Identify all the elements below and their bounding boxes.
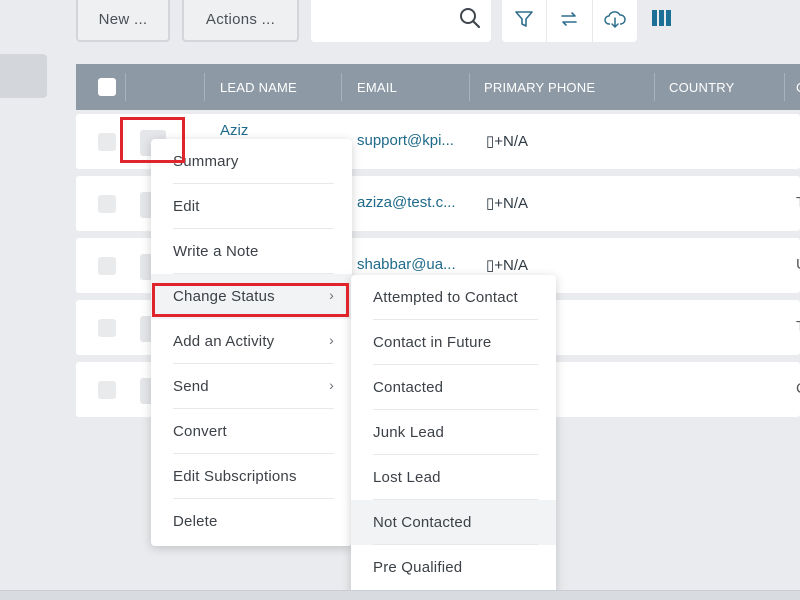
email-link[interactable]: shabbar@ua...: [357, 256, 456, 273]
column-header-email[interactable]: EMAIL: [357, 64, 397, 110]
new-button[interactable]: New ...: [76, 0, 170, 42]
lead-name-link[interactable]: Aziz: [220, 122, 248, 139]
truncated-cell: T: [796, 194, 800, 211]
status-option-attempted-to-contact[interactable]: Attempted to Contact: [351, 275, 556, 320]
menu-item-send[interactable]: Send ›: [151, 364, 352, 409]
column-header-truncated[interactable]: C: [796, 64, 800, 110]
status-option-contact-in-future[interactable]: Contact in Future: [351, 320, 556, 365]
truncated-cell: U: [796, 256, 800, 273]
row-checkbox[interactable]: [98, 133, 116, 151]
search-icon[interactable]: [459, 7, 481, 34]
email-link[interactable]: aziza@test.c...: [357, 194, 456, 211]
phone-value: ▯+N/A: [486, 257, 529, 274]
row-checkbox[interactable]: [98, 257, 116, 275]
truncated-cell: C: [796, 380, 800, 397]
status-option-lost-lead[interactable]: Lost Lead: [351, 455, 556, 500]
menu-item-edit-subscriptions[interactable]: Edit Subscriptions: [151, 454, 352, 499]
cloud-download-icon[interactable]: [593, 0, 637, 42]
column-header-lead-name[interactable]: LEAD NAME: [220, 64, 297, 110]
phone-value: ▯+N/A: [486, 195, 529, 212]
select-all-checkbox[interactable]: [98, 78, 116, 96]
status-option-junk-lead[interactable]: Junk Lead: [351, 410, 556, 455]
row-checkbox[interactable]: [98, 319, 116, 337]
truncated-cell: T: [796, 318, 800, 335]
status-option-contacted[interactable]: Contacted: [351, 365, 556, 410]
row-checkbox[interactable]: [98, 381, 116, 399]
row-checkbox[interactable]: [98, 195, 116, 213]
columns-icon[interactable]: [652, 10, 672, 31]
menu-item-convert[interactable]: Convert: [151, 409, 352, 454]
actions-button[interactable]: Actions ...: [182, 0, 299, 42]
chevron-right-icon: ›: [329, 332, 334, 348]
horizontal-scrollbar[interactable]: [0, 590, 800, 600]
change-status-submenu: Attempted to Contact Contact in Future C…: [351, 275, 556, 595]
column-header-primary-phone[interactable]: PRIMARY PHONE: [484, 64, 595, 110]
search-input[interactable]: [311, 0, 491, 42]
menu-item-summary[interactable]: Summary: [151, 139, 352, 184]
menu-item-edit[interactable]: Edit: [151, 184, 352, 229]
sidebar-collapsed-item[interactable]: [0, 54, 47, 98]
phone-value: ▯+N/A: [486, 133, 529, 150]
menu-item-write-note[interactable]: Write a Note: [151, 229, 352, 274]
filter-icon[interactable]: [502, 0, 548, 42]
column-header-country[interactable]: COUNTRY: [669, 64, 734, 110]
row-context-menu: Summary Edit Write a Note Change Status ›…: [151, 139, 352, 546]
menu-item-delete[interactable]: Delete: [151, 499, 352, 544]
table-header: LEAD NAME EMAIL PRIMARY PHONE COUNTRY C: [76, 64, 800, 110]
toolbar-icon-group: [502, 0, 637, 42]
email-link[interactable]: support@kpi...: [357, 132, 454, 149]
menu-item-add-activity[interactable]: Add an Activity ›: [151, 319, 352, 364]
sync-icon[interactable]: [547, 0, 593, 42]
status-option-pre-qualified[interactable]: Pre Qualified: [351, 545, 556, 590]
chevron-right-icon: ›: [329, 377, 334, 393]
menu-item-change-status[interactable]: Change Status ›: [151, 274, 352, 319]
chevron-right-icon: ›: [329, 287, 334, 303]
status-option-not-contacted[interactable]: Not Contacted: [351, 500, 556, 545]
